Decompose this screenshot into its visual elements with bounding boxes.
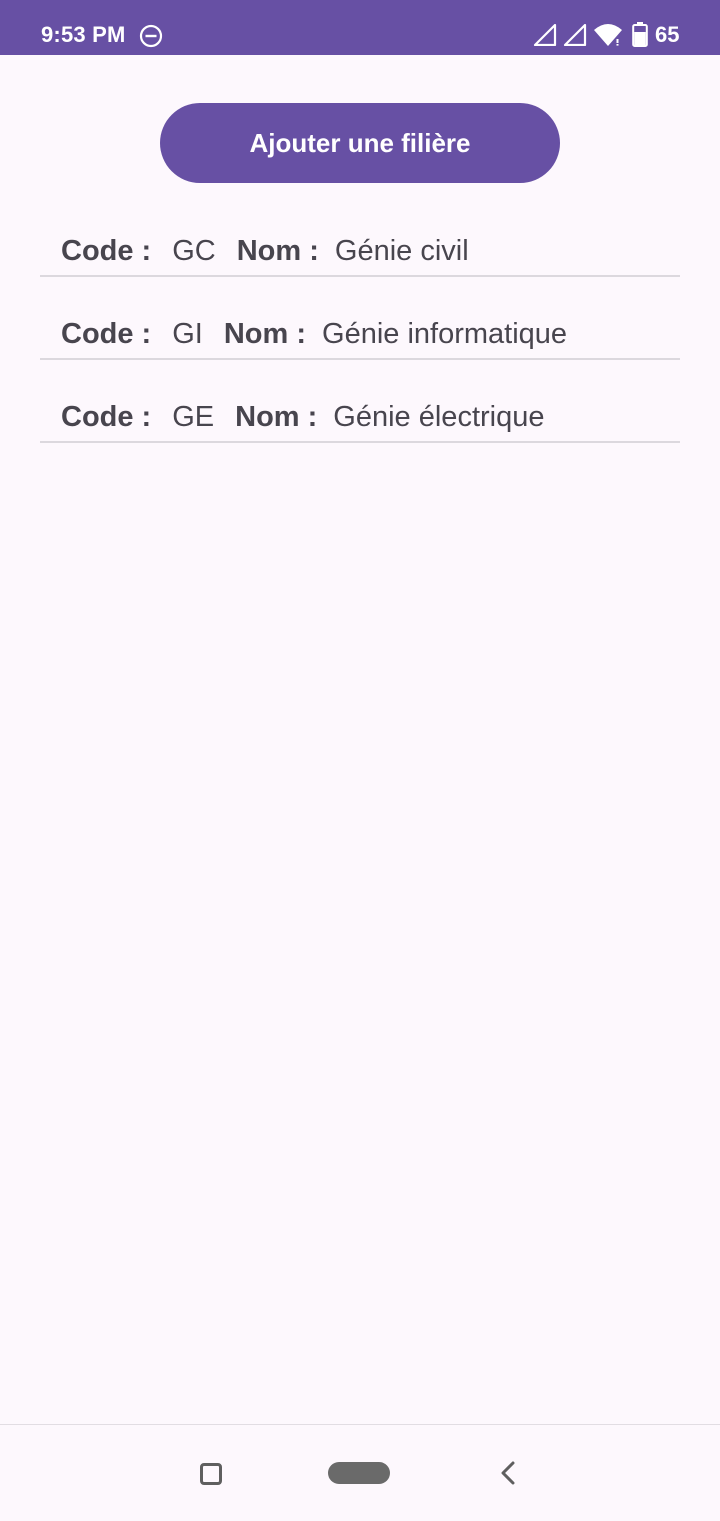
do-not-disturb-icon [139,24,163,48]
navigation-bar [0,1424,720,1521]
nom-label: Nom : [235,400,318,433]
list-item[interactable]: Code : GI Nom : Génie informatique [40,310,680,360]
signal-icon [563,24,587,46]
home-button[interactable] [328,1462,390,1484]
signal-icon [533,24,557,46]
nom-label: Nom : [236,234,319,267]
nom-value: Génie informatique [322,317,568,350]
list-item[interactable]: Code : GC Nom : Génie civil [40,227,680,277]
battery-level: 65 [655,22,680,47]
nom-value: Génie électrique [333,400,545,433]
code-label: Code : [61,234,152,267]
code-value: GC [172,234,216,267]
battery-icon [632,22,648,47]
nom-label: Nom : [223,317,307,350]
code-value: GE [172,400,215,433]
back-icon[interactable] [498,1460,518,1486]
code-label: Code : [61,400,152,433]
code-label: Code : [61,317,152,350]
status-time: 9:53 PM [41,22,126,47]
wifi-icon [594,24,622,46]
recent-apps-button[interactable] [200,1463,222,1485]
code-value: GI [172,317,203,350]
nom-value: Génie civil [334,234,469,267]
status-bar: 9:53 PM 65 [0,0,720,55]
list-item[interactable]: Code : GE Nom : Génie électrique [40,393,680,443]
add-filiere-button[interactable]: Ajouter une filière [160,103,560,183]
